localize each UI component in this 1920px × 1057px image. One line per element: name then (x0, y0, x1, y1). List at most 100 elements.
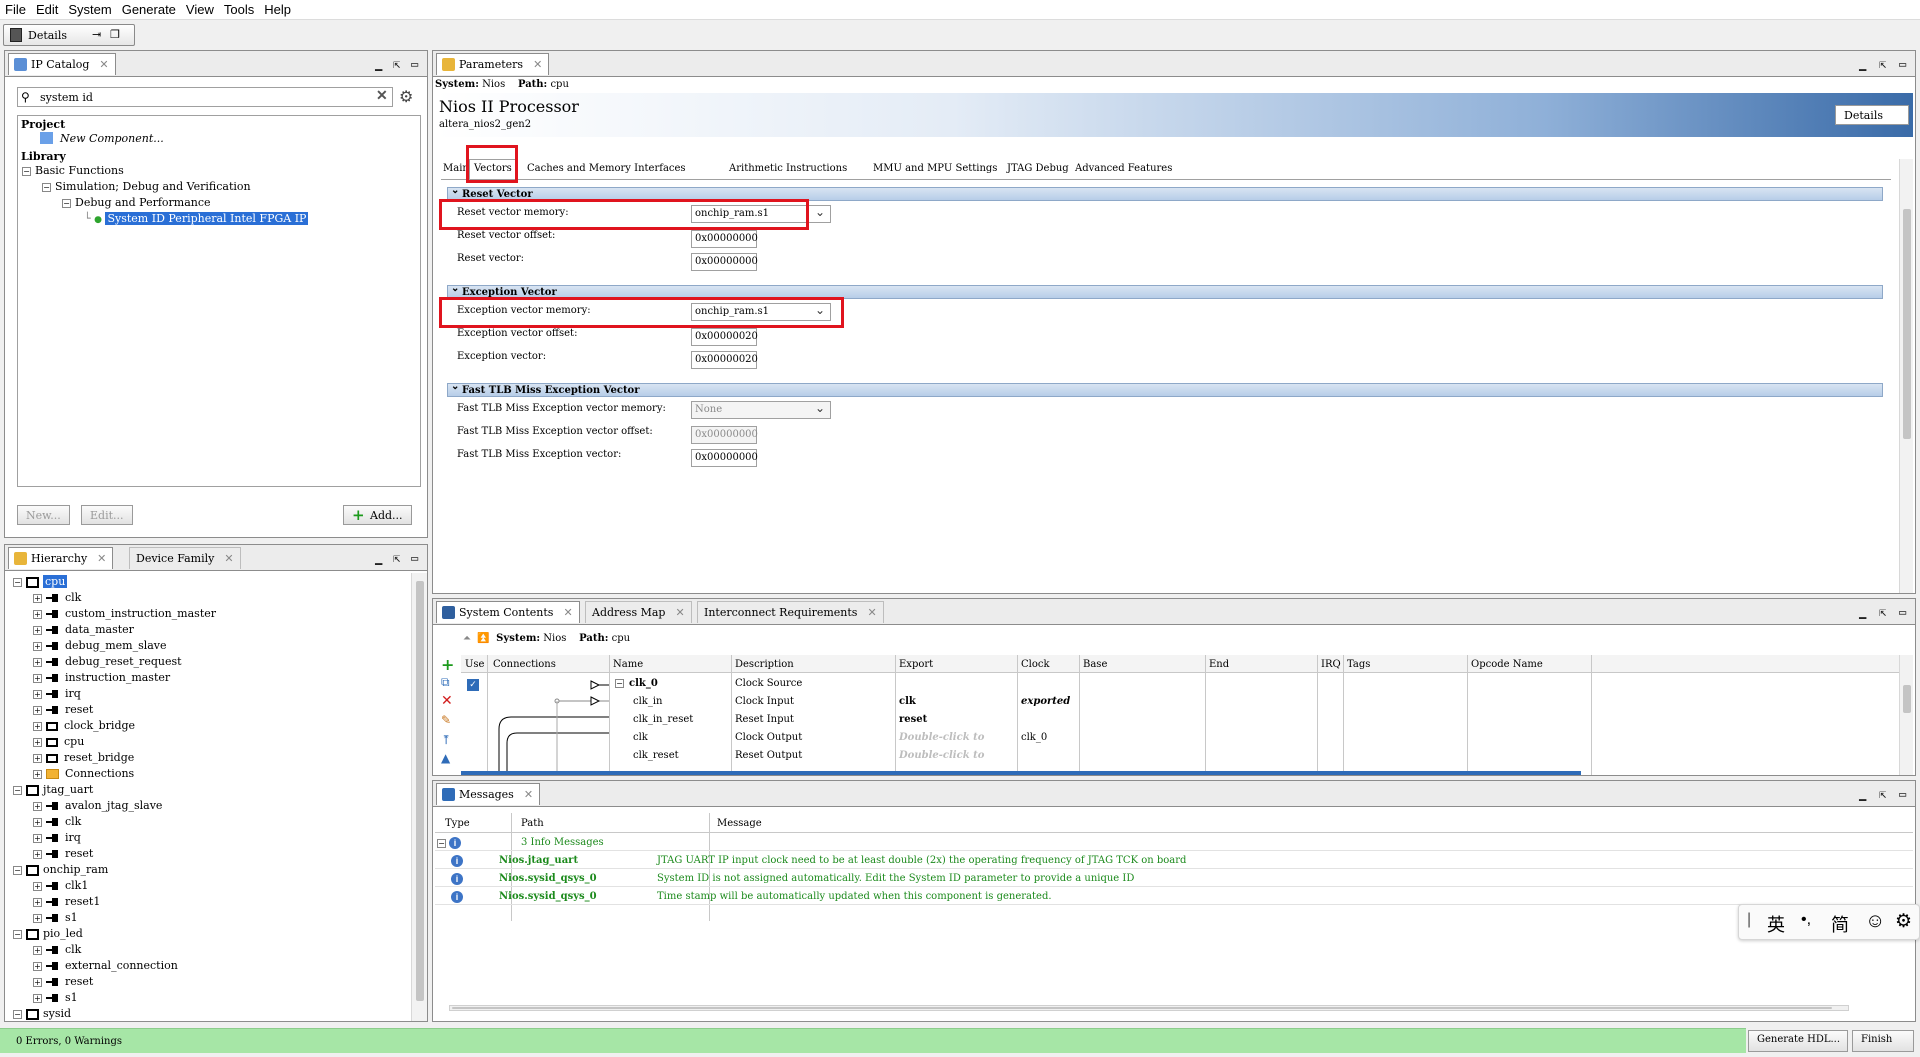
menu-tools[interactable]: Tools (219, 0, 259, 17)
close-icon[interactable]: ✕ (224, 552, 233, 565)
collapse-icon[interactable]: − (13, 929, 22, 939)
tab-mmu-mpu[interactable]: MMU and MPU Settings (873, 163, 997, 174)
hierarchy-item[interactable]: − onchip_ram (13, 863, 108, 876)
tree-library[interactable]: Library (21, 150, 66, 163)
maximize-icon[interactable]: ⇱ (393, 551, 400, 565)
tlb-memory-select[interactable]: None (691, 401, 831, 419)
hierarchy-item[interactable]: + s1 (33, 991, 78, 1004)
restore-icon[interactable]: ▭ (411, 57, 418, 71)
scroll-thumb[interactable] (1903, 685, 1911, 713)
expand-icon[interactable]: + (33, 881, 42, 891)
col-description[interactable]: Description (735, 659, 794, 670)
expand-icon[interactable]: + (33, 705, 42, 715)
minimize-icon[interactable]: ▁ (1859, 605, 1866, 619)
generate-hdl-button[interactable]: Generate HDL... (1748, 1030, 1848, 1052)
tab-jtag-debug[interactable]: JTAG Debug (1007, 163, 1069, 174)
hierarchy-item[interactable]: + clk1 (33, 879, 88, 892)
hierarchy-item[interactable]: + debug_reset_request (33, 655, 182, 668)
tab-address-map[interactable]: Address Map ✕ (585, 601, 692, 623)
hierarchy-item[interactable]: − sysid (13, 1007, 71, 1020)
expand-icon[interactable]: + (33, 945, 42, 955)
restore-icon[interactable]: ▭ (1899, 605, 1906, 619)
clear-search-icon[interactable]: ✕ (376, 88, 388, 104)
close-icon[interactable]: ✕ (563, 606, 572, 619)
restore-icon[interactable]: ❐ (110, 28, 120, 41)
hierarchy-item[interactable]: + custom_instruction_master (33, 607, 216, 620)
tab-hierarchy[interactable]: Hierarchy ✕ (8, 547, 114, 569)
maximize-icon[interactable]: ⇱ (1879, 787, 1886, 801)
expand-icon[interactable]: + (33, 801, 42, 811)
menu-view[interactable]: View (181, 0, 219, 17)
tree-debug-performance[interactable]: − Debug and Performance (62, 196, 211, 209)
hierarchy-item[interactable]: + avalon_jtag_slave (33, 799, 162, 812)
tab-system-contents[interactable]: System Contents ✕ (436, 601, 580, 623)
hierarchy-item[interactable]: + reset_bridge (33, 751, 134, 764)
expand-icon[interactable]: + (33, 689, 42, 699)
hierarchy-item[interactable]: + clk (33, 591, 81, 604)
table-row[interactable]: clk_in_reset Reset Input reset (461, 711, 1907, 729)
collapse-icon[interactable]: − (62, 198, 71, 208)
hierarchy-item[interactable]: + clock_bridge (33, 719, 135, 732)
expand-icon[interactable]: + (33, 657, 42, 667)
parameters-scrollbar[interactable] (1899, 159, 1913, 593)
pin-icon[interactable]: ⇥ (92, 28, 101, 41)
hierarchy-scrollbar[interactable] (411, 573, 427, 1021)
minimize-icon[interactable]: ▁ (1859, 57, 1866, 71)
hierarchy-item[interactable]: + debug_mem_slave (33, 639, 167, 652)
details-button[interactable]: Details (1835, 105, 1909, 125)
ime-language[interactable]: 英 (1767, 911, 1785, 937)
remove-icon[interactable]: ✕ (441, 693, 453, 709)
tree-new-component[interactable]: New Component... (40, 132, 164, 145)
hierarchy-item[interactable]: + clk (33, 815, 81, 828)
edit-button[interactable]: Edit... (81, 505, 133, 525)
restore-icon[interactable]: ▭ (1899, 57, 1906, 71)
table-row[interactable]: clk Clock Output Double-click to clk_0 (461, 729, 1907, 747)
tlb-offset-field[interactable]: 0x00000000 (691, 426, 758, 444)
ip-search-input[interactable] (38, 89, 368, 105)
collapse-icon[interactable]: − (13, 865, 22, 875)
minimize-icon[interactable]: ▁ (375, 551, 382, 565)
hierarchy-item[interactable]: + reset (33, 703, 93, 716)
collapse-icon[interactable]: − (13, 1009, 22, 1019)
tab-caches[interactable]: Caches and Memory Interfaces (527, 163, 686, 174)
table-row[interactable]: clk_in Clock Input clk exported (461, 693, 1907, 711)
reset-offset-field[interactable]: 0x00000000 (691, 230, 758, 248)
tab-arithmetic[interactable]: Arithmetic Instructions (729, 163, 847, 174)
hierarchy-item[interactable]: − jtag_uart (13, 783, 93, 796)
move-up-icon[interactable]: ▲ (441, 751, 450, 765)
expand-icon[interactable]: + (33, 849, 42, 859)
scroll-thumb[interactable] (452, 1007, 1832, 1009)
expand-icon[interactable]: + (33, 721, 42, 731)
table-row[interactable]: − clk_0 Clock Source (461, 675, 1907, 693)
collapse-icon[interactable]: − (13, 577, 22, 587)
expand-icon[interactable]: + (33, 625, 42, 635)
add-component-icon[interactable]: + (441, 655, 454, 674)
nav-up-icon[interactable]: ⏶ (463, 633, 471, 644)
maximize-icon[interactable]: ⇱ (393, 57, 400, 71)
expand-icon[interactable]: + (33, 977, 42, 987)
expand-icon[interactable]: + (33, 817, 42, 827)
restore-icon[interactable]: ▭ (411, 551, 418, 565)
minimize-icon[interactable]: ▁ (1859, 787, 1866, 801)
col-path[interactable]: Path (521, 818, 544, 829)
expand-icon[interactable]: + (33, 753, 42, 763)
close-icon[interactable]: ✕ (675, 606, 684, 619)
messages-hscrollbar[interactable] (449, 1005, 1849, 1011)
tree-project[interactable]: Project (21, 118, 65, 131)
gear-icon[interactable]: ⚙ (399, 87, 413, 106)
col-opcode[interactable]: Opcode Name (1471, 659, 1543, 670)
expand-icon[interactable]: + (33, 769, 42, 779)
duplicate-icon[interactable]: ⧉ (441, 675, 450, 690)
hierarchy-item[interactable]: + instruction_master (33, 671, 170, 684)
col-connections[interactable]: Connections (493, 659, 556, 670)
move-top-icon[interactable]: ⤒ (441, 733, 451, 747)
tree-simulation[interactable]: − Simulation; Debug and Verification (42, 180, 251, 193)
expand-icon[interactable]: + (33, 961, 42, 971)
expand-icon[interactable]: + (33, 913, 42, 923)
hierarchy-item[interactable]: + irq (33, 831, 81, 844)
menu-generate[interactable]: Generate (117, 0, 181, 17)
scroll-thumb[interactable] (1903, 209, 1911, 439)
hierarchy-item[interactable]: + reset (33, 975, 93, 988)
menu-system[interactable]: System (63, 0, 116, 17)
new-button[interactable]: New... (17, 505, 70, 525)
